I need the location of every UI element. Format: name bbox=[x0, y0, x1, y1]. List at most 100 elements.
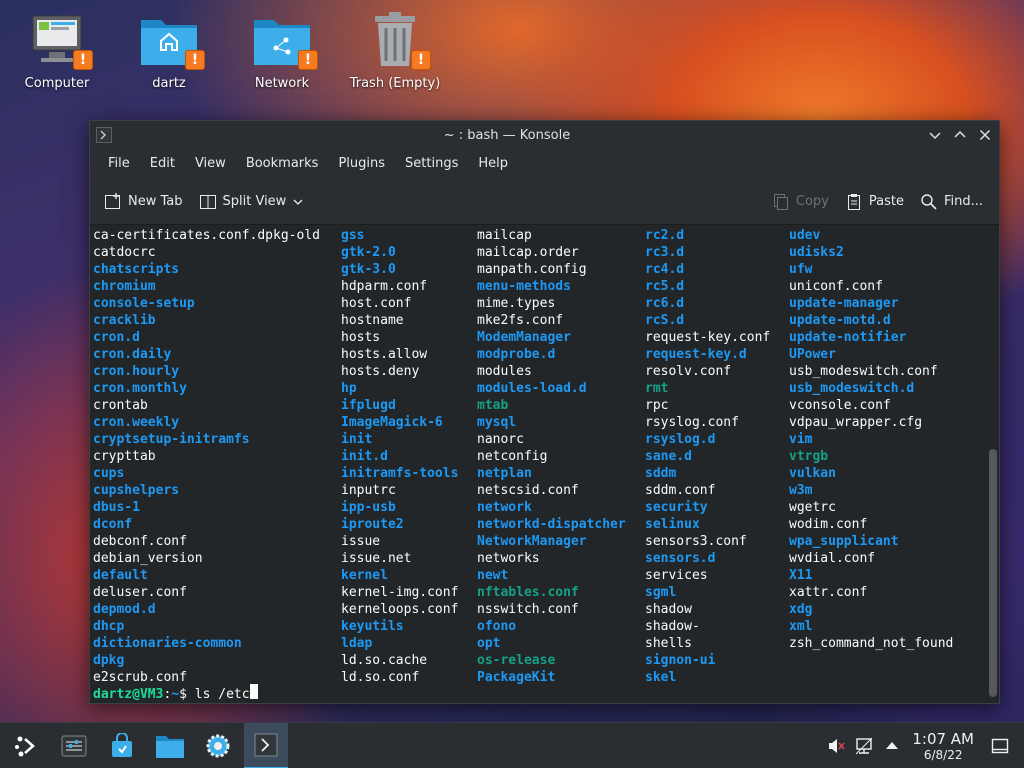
terminal-scrollbar[interactable] bbox=[987, 231, 997, 701]
scrollbar-thumb[interactable] bbox=[989, 449, 997, 697]
ls-entry: wvdial.conf bbox=[789, 551, 876, 566]
speaker-muted-icon bbox=[829, 739, 845, 753]
menu-edit[interactable]: Edit bbox=[140, 149, 185, 179]
desktop-icon-label: Computer bbox=[24, 76, 90, 91]
warning-badge-icon: ! bbox=[73, 50, 93, 70]
minimize-button[interactable] bbox=[924, 124, 946, 146]
menu-help[interactable]: Help bbox=[468, 149, 518, 179]
ls-entry: update-motd.d bbox=[789, 313, 891, 328]
discover-store-button[interactable] bbox=[100, 723, 144, 768]
ls-entry: resolv.conf bbox=[645, 364, 732, 379]
ls-entry: nanorc bbox=[477, 432, 524, 447]
menu-file[interactable]: File bbox=[98, 149, 140, 179]
window-titlebar[interactable]: ~ : bash — Konsole bbox=[90, 121, 999, 149]
ls-entry: ipp-usb bbox=[341, 500, 396, 515]
ls-entry: sgml bbox=[645, 585, 677, 600]
file-manager-button[interactable] bbox=[148, 723, 192, 768]
ls-entry: hdparm.conf bbox=[341, 279, 428, 294]
volume-muted-button[interactable] bbox=[822, 723, 850, 768]
digital-clock[interactable]: 1:07 AM 6/8/22 bbox=[912, 730, 974, 762]
ls-entry: inputrc bbox=[341, 483, 396, 498]
menu-settings[interactable]: Settings bbox=[395, 149, 468, 179]
ls-entry: mailcap.order bbox=[477, 245, 579, 260]
find-label: Find... bbox=[943, 194, 983, 209]
ls-entry: UPower bbox=[789, 347, 836, 362]
menu-view[interactable]: View bbox=[185, 149, 236, 179]
warning-badge-icon: ! bbox=[185, 50, 205, 70]
menu-plugins[interactable]: Plugins bbox=[328, 149, 395, 179]
ls-entry: nsswitch.conf bbox=[477, 602, 579, 617]
system-settings-sliders-icon bbox=[61, 735, 87, 756]
tray-expand-button[interactable] bbox=[878, 723, 906, 768]
ls-entry: cron.monthly bbox=[93, 381, 187, 396]
ls-entry: shells bbox=[645, 636, 692, 651]
terminal-line: cups initramfs-tools netplan sddm vulkan bbox=[93, 465, 985, 482]
terminal-line: cron.hourly hosts.deny modules resolv.conf u… bbox=[93, 363, 985, 380]
terminal-line: cron.weekly ImageMagick-6 mysql rsyslog.con… bbox=[93, 414, 985, 431]
maximize-button[interactable] bbox=[949, 124, 971, 146]
ls-entry: modules bbox=[477, 364, 532, 379]
copy-button[interactable]: Copy bbox=[772, 187, 829, 217]
clock-time: 1:07 AM bbox=[912, 730, 974, 748]
ls-entry: dpkg bbox=[93, 653, 125, 668]
terminal-output[interactable]: ca-certificates.conf.dpkg-old gss mailcap r… bbox=[90, 225, 985, 703]
terminal-line: deluser.conf kernel-img.conf nftables.conf… bbox=[93, 584, 985, 601]
prompt-user-host: dartz@VM3 bbox=[93, 687, 164, 702]
window-title: ~ : bash — Konsole bbox=[443, 127, 571, 143]
terminal-line: e2scrub.conf ld.so.conf PackageKit skel bbox=[93, 669, 985, 686]
ls-entry: kerneloops.conf bbox=[341, 602, 459, 617]
paste-icon bbox=[847, 193, 860, 210]
network-status-button[interactable] bbox=[850, 723, 878, 768]
terminal-line: chatscripts gtk-3.0 manpath.config rc4.d ufw bbox=[93, 261, 985, 278]
ls-entry: uniconf.conf bbox=[789, 279, 883, 294]
ls-entry: NetworkManager bbox=[477, 534, 587, 549]
terminal-line: dhcp keyutils ofono shadow-xml bbox=[93, 618, 985, 635]
ls-entry: cupshelpers bbox=[93, 483, 180, 498]
ls-entry: udisks2 bbox=[789, 245, 844, 260]
konsole-app-icon bbox=[96, 127, 112, 143]
warning-badge-icon: ! bbox=[411, 50, 431, 70]
ls-entry: w3m bbox=[789, 483, 813, 498]
ls-entry: services bbox=[645, 568, 708, 583]
paste-button[interactable]: Paste bbox=[845, 187, 904, 217]
konsole-task-button[interactable] bbox=[244, 722, 288, 768]
text-cursor bbox=[249, 684, 258, 699]
network-folder-icon: ! bbox=[252, 10, 318, 70]
ls-entry: rc3.d bbox=[645, 245, 685, 260]
desktop-icon-network[interactable]: ! Network bbox=[227, 10, 337, 91]
desktop-icon-home-folder[interactable]: ! dartz bbox=[114, 10, 224, 91]
folder-icon bbox=[156, 735, 184, 758]
ls-entry: rsyslog.d bbox=[645, 432, 716, 447]
shell-prompt[interactable]: dartz@VM3: ~ $ ls /etc bbox=[93, 684, 985, 703]
desktop-icon-computer[interactable]: ! Computer bbox=[2, 10, 112, 91]
new-tab-button[interactable]: New Tab bbox=[104, 187, 183, 217]
menu-bookmarks[interactable]: Bookmarks bbox=[236, 149, 329, 179]
ls-entry: cryptsetup-initramfs bbox=[93, 432, 250, 447]
ls-entry: wpa_supplicant bbox=[789, 534, 899, 549]
ls-entry: networks bbox=[477, 551, 540, 566]
ls-entry: zsh_command_not_found bbox=[789, 636, 954, 651]
terminal-line: cron.d hosts ModemManager request-key.conf u… bbox=[93, 329, 985, 346]
application-launcher-button[interactable] bbox=[4, 723, 48, 768]
ls-entry: vim bbox=[789, 432, 813, 447]
split-view-button[interactable]: Split View bbox=[199, 187, 305, 217]
show-desktop-button[interactable] bbox=[986, 723, 1014, 768]
ls-entry: usb_modeswitch.d bbox=[789, 381, 915, 396]
ls-entry: opt bbox=[477, 636, 501, 651]
ls-entry: X11 bbox=[789, 568, 813, 583]
pager-button[interactable] bbox=[52, 723, 96, 768]
ls-entry: initramfs-tools bbox=[341, 466, 459, 481]
system-settings-button[interactable] bbox=[196, 723, 240, 768]
network-wired-icon bbox=[855, 737, 873, 755]
desktop-icon-trash[interactable]: ! Trash (Empty) bbox=[340, 10, 450, 91]
ls-entry: depmod.d bbox=[93, 602, 156, 617]
taskbar: 1:07 AM 6/8/22 bbox=[0, 722, 1024, 768]
ls-entry: dhcp bbox=[93, 619, 125, 634]
find-button[interactable]: Find... bbox=[920, 187, 983, 217]
ls-entry: hostname bbox=[341, 313, 404, 328]
ls-entry: shadow bbox=[645, 602, 692, 617]
close-button[interactable] bbox=[974, 124, 996, 146]
chevron-down-icon[interactable] bbox=[292, 196, 304, 208]
ls-entry: rmt bbox=[645, 381, 669, 396]
ls-entry: rc6.d bbox=[645, 296, 685, 311]
